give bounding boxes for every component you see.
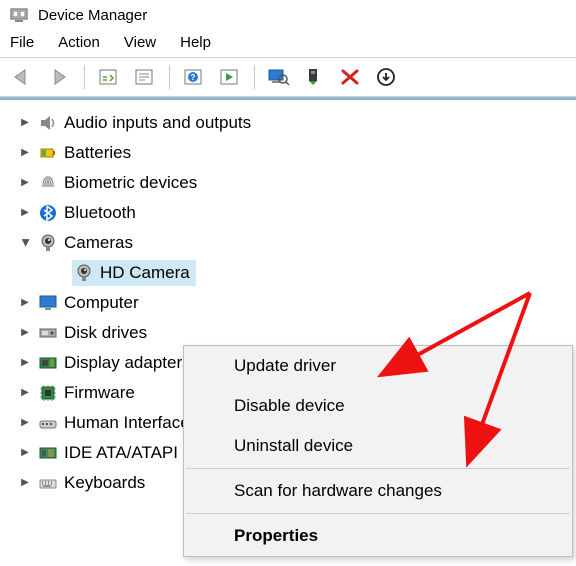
menu-update-driver[interactable]: Update driver [184,346,572,386]
tree-item-label: Keyboards [64,474,145,492]
tree-item-computer[interactable]: ▶ Computer [18,288,576,318]
properties-sheet-button[interactable] [127,62,161,92]
tree-item-audio[interactable]: ▶ Audio inputs and outputs [18,108,576,138]
menu-action[interactable]: Action [58,34,100,51]
camera-icon [38,233,58,253]
display-adapter-icon [38,353,58,373]
uninstall-button[interactable] [333,62,367,92]
tree-children-cameras: HD Camera [52,258,576,288]
context-menu: Update driver Disable device Uninstall d… [183,345,573,557]
tree-item-biometric[interactable]: ▶ Biometric devices [18,168,576,198]
camera-icon [74,263,94,283]
menu-help[interactable]: Help [180,34,211,51]
menu-disable-device[interactable]: Disable device [184,386,572,426]
tree-item-hd-camera[interactable]: HD Camera [52,258,576,288]
back-button[interactable] [6,62,40,92]
tree-item-label: Cameras [64,234,133,252]
tree-item-label: HD Camera [100,264,190,282]
device-manager-icon [10,6,28,24]
tree-item-cameras[interactable]: ▶ Cameras [18,228,576,258]
tree-item-label: Display adapters [64,354,191,372]
titlebar: Device Manager [0,0,576,30]
hid-icon [38,413,58,433]
battery-icon [38,143,58,163]
expand-icon[interactable]: ▶ [18,416,32,430]
more-button[interactable] [369,62,403,92]
menu-properties[interactable]: Properties [184,516,572,556]
tree-item-batteries[interactable]: ▶ Batteries [18,138,576,168]
tree-item-label: Computer [64,294,139,312]
scan-hardware-button[interactable] [261,62,295,92]
tree-item-label: Firmware [64,384,135,402]
tree-item-disk[interactable]: ▶ Disk drives [18,318,576,348]
expand-spacer [52,266,66,280]
expand-icon[interactable]: ▶ [18,476,32,490]
svg-text:?: ? [191,73,196,82]
chip-icon [38,383,58,403]
update-driver-button[interactable] [297,62,331,92]
keyboard-icon [38,473,58,493]
tree-item-label: Biometric devices [64,174,197,192]
window-title: Device Manager [38,7,147,24]
toolbar: ? [0,58,576,97]
menu-scan-hardware[interactable]: Scan for hardware changes [184,471,572,511]
show-hidden-button[interactable] [91,62,125,92]
monitor-icon [38,293,58,313]
expand-icon[interactable]: ▶ [18,116,32,130]
bluetooth-icon [38,203,58,223]
expand-icon[interactable]: ▶ [18,356,32,370]
collapse-icon[interactable]: ▶ [18,236,32,250]
menu-view[interactable]: View [124,34,156,51]
ide-icon [38,443,58,463]
expand-icon[interactable]: ▶ [18,386,32,400]
tree-item-label: Disk drives [64,324,147,342]
menu-separator [186,468,570,469]
toolbar-separator [254,65,255,89]
tree-item-bluetooth[interactable]: ▶ Bluetooth [18,198,576,228]
tree-item-label: Audio inputs and outputs [64,114,251,132]
speaker-icon [38,113,58,133]
menu-separator [186,513,570,514]
toolbar-separator [169,65,170,89]
menu-file[interactable]: File [10,34,34,51]
toolbar-separator [84,65,85,89]
expand-icon[interactable]: ▶ [18,326,32,340]
expand-icon[interactable]: ▶ [18,176,32,190]
expand-icon[interactable]: ▶ [18,206,32,220]
menubar: File Action View Help [0,30,576,58]
disk-icon [38,323,58,343]
expand-icon[interactable]: ▶ [18,296,32,310]
menu-uninstall-device[interactable]: Uninstall device [184,426,572,466]
forward-button[interactable] [42,62,76,92]
action-button[interactable] [212,62,246,92]
expand-icon[interactable]: ▶ [18,146,32,160]
tree-item-label: Batteries [64,144,131,162]
expand-icon[interactable]: ▶ [18,446,32,460]
help-button[interactable]: ? [176,62,210,92]
tree-item-label: Bluetooth [64,204,136,222]
fingerprint-icon [38,173,58,193]
